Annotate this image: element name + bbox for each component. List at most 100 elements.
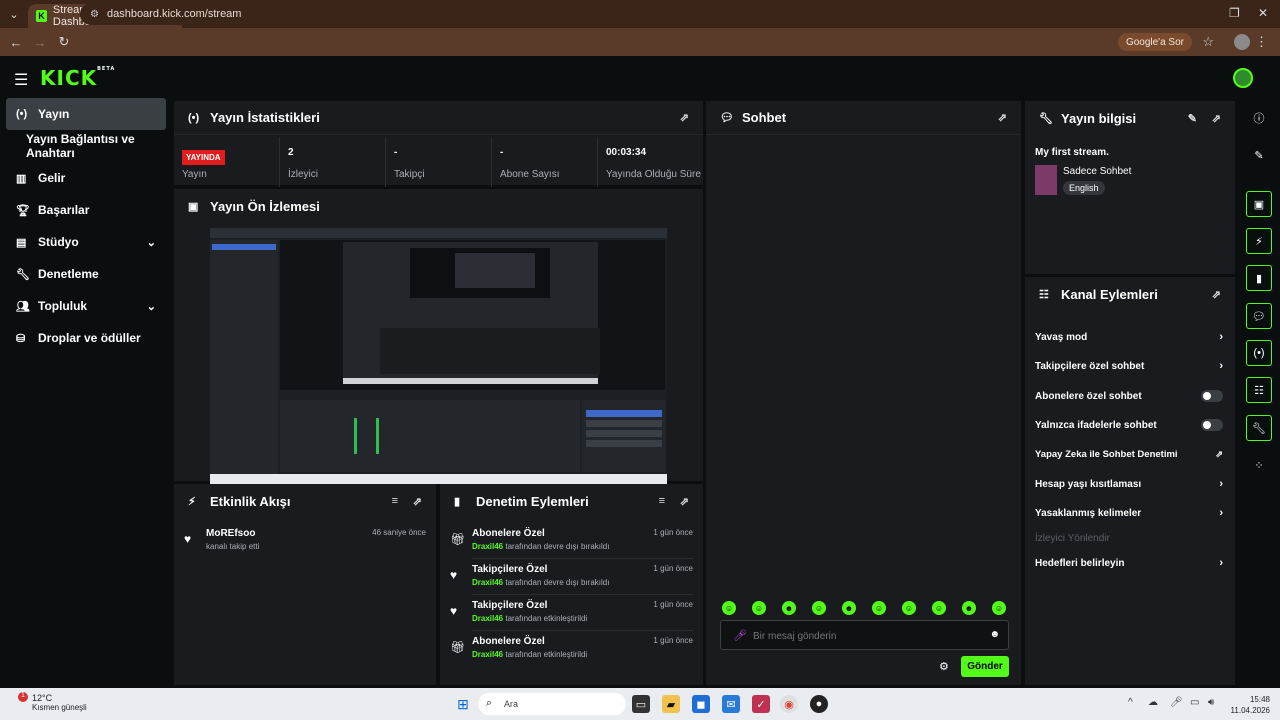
- emote-icon[interactable]: ☺: [992, 601, 1006, 615]
- emote-icon[interactable]: ☺: [932, 601, 946, 615]
- divider: [472, 558, 693, 559]
- network-icon[interactable]: ▭: [1190, 697, 1199, 708]
- mic-tray-icon[interactable]: 🎤︎: [1170, 697, 1183, 708]
- actions-toggle-icon[interactable]: ☷: [1246, 377, 1272, 403]
- sidebar-item-stream-key[interactable]: Yayın Bağlantısı ve Anahtarı: [0, 130, 172, 162]
- url-field[interactable]: ⚙ dashboard.kick.com/stream: [80, 3, 1220, 25]
- sidebar-item-denetleme[interactable]: 🔧︎ Denetleme: [0, 258, 172, 290]
- mod-user[interactable]: Draxil46: [472, 542, 503, 551]
- outlook-icon[interactable]: ✉: [722, 695, 740, 713]
- mod-user[interactable]: Draxil46: [472, 614, 503, 623]
- sidebar-item-droplar[interactable]: ⛁ Droplar ve ödüller: [0, 322, 172, 354]
- wrench-toggle-icon[interactable]: 🔧︎: [1246, 415, 1272, 441]
- stat-value: 2: [288, 147, 294, 158]
- sidebar-item-label: Başarılar: [38, 203, 90, 217]
- emote-icon[interactable]: ☺: [812, 601, 826, 615]
- filter-icon[interactable]: ≡: [392, 495, 398, 507]
- store-icon[interactable]: ◼: [692, 695, 710, 713]
- forward-icon[interactable]: →: [28, 35, 52, 50]
- stat-label: Takipçi: [394, 169, 425, 180]
- popout-icon[interactable]: ⇗: [680, 495, 689, 508]
- category-name[interactable]: Sadece Sohbet: [1063, 166, 1131, 177]
- action-banned-words[interactable]: Yasaklanmış kelimeler ›: [1035, 503, 1225, 523]
- popout-icon[interactable]: ⇗: [1212, 112, 1221, 125]
- windows-start-icon[interactable]: ⊞: [454, 695, 472, 713]
- cloud-icon[interactable]: ☁: [1148, 697, 1158, 708]
- chat-toggle-icon[interactable]: 💬︎: [1246, 303, 1272, 329]
- emote-icon[interactable]: ☺: [752, 601, 766, 615]
- apps-icon[interactable]: ⁘: [1246, 452, 1272, 478]
- tray-chevron-icon[interactable]: ^: [1128, 697, 1133, 708]
- preview-toggle-icon[interactable]: ▣: [1246, 191, 1272, 217]
- clock[interactable]: 15:48 11.04.2026: [1231, 694, 1270, 716]
- activity-user[interactable]: MoREfsoo: [206, 528, 255, 539]
- info-icon[interactable]: ⓘ: [1246, 105, 1272, 131]
- back-icon[interactable]: ←: [4, 35, 28, 50]
- emote-icon[interactable]: ☺: [872, 601, 886, 615]
- emote-icon[interactable]: ☺: [902, 601, 916, 615]
- action-followers-only[interactable]: Takipçilere özel sohbet ›: [1035, 356, 1225, 376]
- browser-profile-avatar[interactable]: [1234, 34, 1250, 50]
- action-account-age[interactable]: Hesap yaşı kısıtlaması ›: [1035, 474, 1225, 494]
- kick-logo[interactable]: KICKBETA: [40, 66, 115, 90]
- microphone-icon[interactable]: 🎤︎: [733, 629, 747, 642]
- sidebar-item-basarilar[interactable]: 🏆︎ Başarılar: [0, 194, 172, 226]
- filter-icon[interactable]: ≡: [659, 495, 665, 507]
- action-slow-mode[interactable]: Yavaş mod ›: [1035, 327, 1225, 347]
- browser-menu-icon[interactable]: ⋮: [1255, 34, 1268, 50]
- emote-icon[interactable]: ☻: [782, 601, 796, 615]
- tab-search-icon[interactable]: ⌄: [0, 0, 28, 28]
- obs-icon[interactable]: ●: [810, 695, 828, 713]
- action-ai-moderation[interactable]: Yapay Zeka ile Sohbet Denetimi ⇗: [1035, 444, 1225, 464]
- volume-icon[interactable]: 🔊︎: [1208, 697, 1214, 708]
- gift-icon: 🎁︎: [450, 640, 466, 654]
- site-info-icon[interactable]: ⚙: [90, 9, 99, 20]
- mod-user[interactable]: Draxil46: [472, 650, 503, 659]
- stat-uptime: 00:03:34 Yayında Olduğu Süre: [598, 137, 704, 187]
- user-avatar[interactable]: [1233, 68, 1253, 88]
- popout-icon[interactable]: ⇗: [1212, 288, 1221, 301]
- sidebar-item-topluluk[interactable]: 👥︎ Topluluk ⌄: [0, 290, 172, 322]
- maximize-icon[interactable]: ❐: [1229, 6, 1240, 20]
- emote-icon[interactable]: ☻: [842, 601, 856, 615]
- popout-icon[interactable]: ⇗: [413, 495, 422, 508]
- chat-settings-icon[interactable]: ⚙: [939, 660, 949, 673]
- subscribers-only-toggle[interactable]: [1201, 390, 1223, 402]
- mod-text: tarafından devre dışı bırakıldı: [505, 542, 610, 551]
- emoji-picker-icon[interactable]: ☻: [989, 629, 1000, 640]
- send-button[interactable]: Gönder: [961, 656, 1009, 677]
- task-view-icon[interactable]: ▭: [632, 695, 650, 713]
- google-ask-button[interactable]: Google'a Sor: [1117, 33, 1192, 51]
- external-link-icon: ⇗: [1215, 448, 1223, 459]
- edit-icon[interactable]: ✎: [1246, 142, 1272, 168]
- reload-icon[interactable]: ↻: [52, 34, 76, 50]
- panel-title: Yayın Ön İzlemesi: [210, 198, 320, 214]
- chrome-icon[interactable]: ◉: [780, 695, 798, 713]
- window-close-icon[interactable]: ✕: [1258, 6, 1268, 20]
- mod-user[interactable]: Draxil46: [472, 578, 503, 587]
- stream-info-panel: 🔧︎ Yayın bilgisi ✎ ⇗ My first stream. Sa…: [1025, 101, 1235, 274]
- gift-icon: 🎁︎: [450, 532, 466, 546]
- bolt-toggle-icon[interactable]: ⚡︎: [1246, 228, 1272, 254]
- chat-message-input[interactable]: [753, 627, 973, 645]
- app-icon[interactable]: ✓: [752, 695, 770, 713]
- emotes-only-toggle[interactable]: [1201, 419, 1223, 431]
- emote-icon[interactable]: ☺: [722, 601, 736, 615]
- hamburger-menu-icon[interactable]: ☰: [14, 70, 28, 90]
- emote-icon[interactable]: ☻: [962, 601, 976, 615]
- stream-preview-panel: ▣ Yayın Ön İzlemesi: [174, 189, 703, 484]
- sidebar-item-yayin[interactable]: (•) Yayın: [6, 98, 166, 130]
- bookmark-star-icon[interactable]: ☆: [1202, 34, 1214, 50]
- action-subscribers-only: Abonelere özel sohbet: [1035, 386, 1225, 406]
- popout-icon[interactable]: ⇗: [680, 111, 689, 124]
- broadcast-toggle-icon[interactable]: (•): [1246, 340, 1272, 366]
- taskbar-search[interactable]: ⌕ Ara: [478, 693, 626, 715]
- sidebar-item-studyo[interactable]: ▤ Stüdyo ⌄: [0, 226, 172, 258]
- clock-time: 15:48: [1249, 695, 1270, 704]
- file-explorer-icon[interactable]: ▰: [662, 695, 680, 713]
- sidebar-item-gelir[interactable]: ▥ Gelir: [0, 162, 172, 194]
- action-set-goals[interactable]: Hedefleri belirleyin ›: [1035, 553, 1225, 573]
- edit-icon[interactable]: ✎: [1188, 112, 1197, 125]
- document-toggle-icon[interactable]: ▮: [1246, 265, 1272, 291]
- popout-icon[interactable]: ⇗: [998, 111, 1007, 124]
